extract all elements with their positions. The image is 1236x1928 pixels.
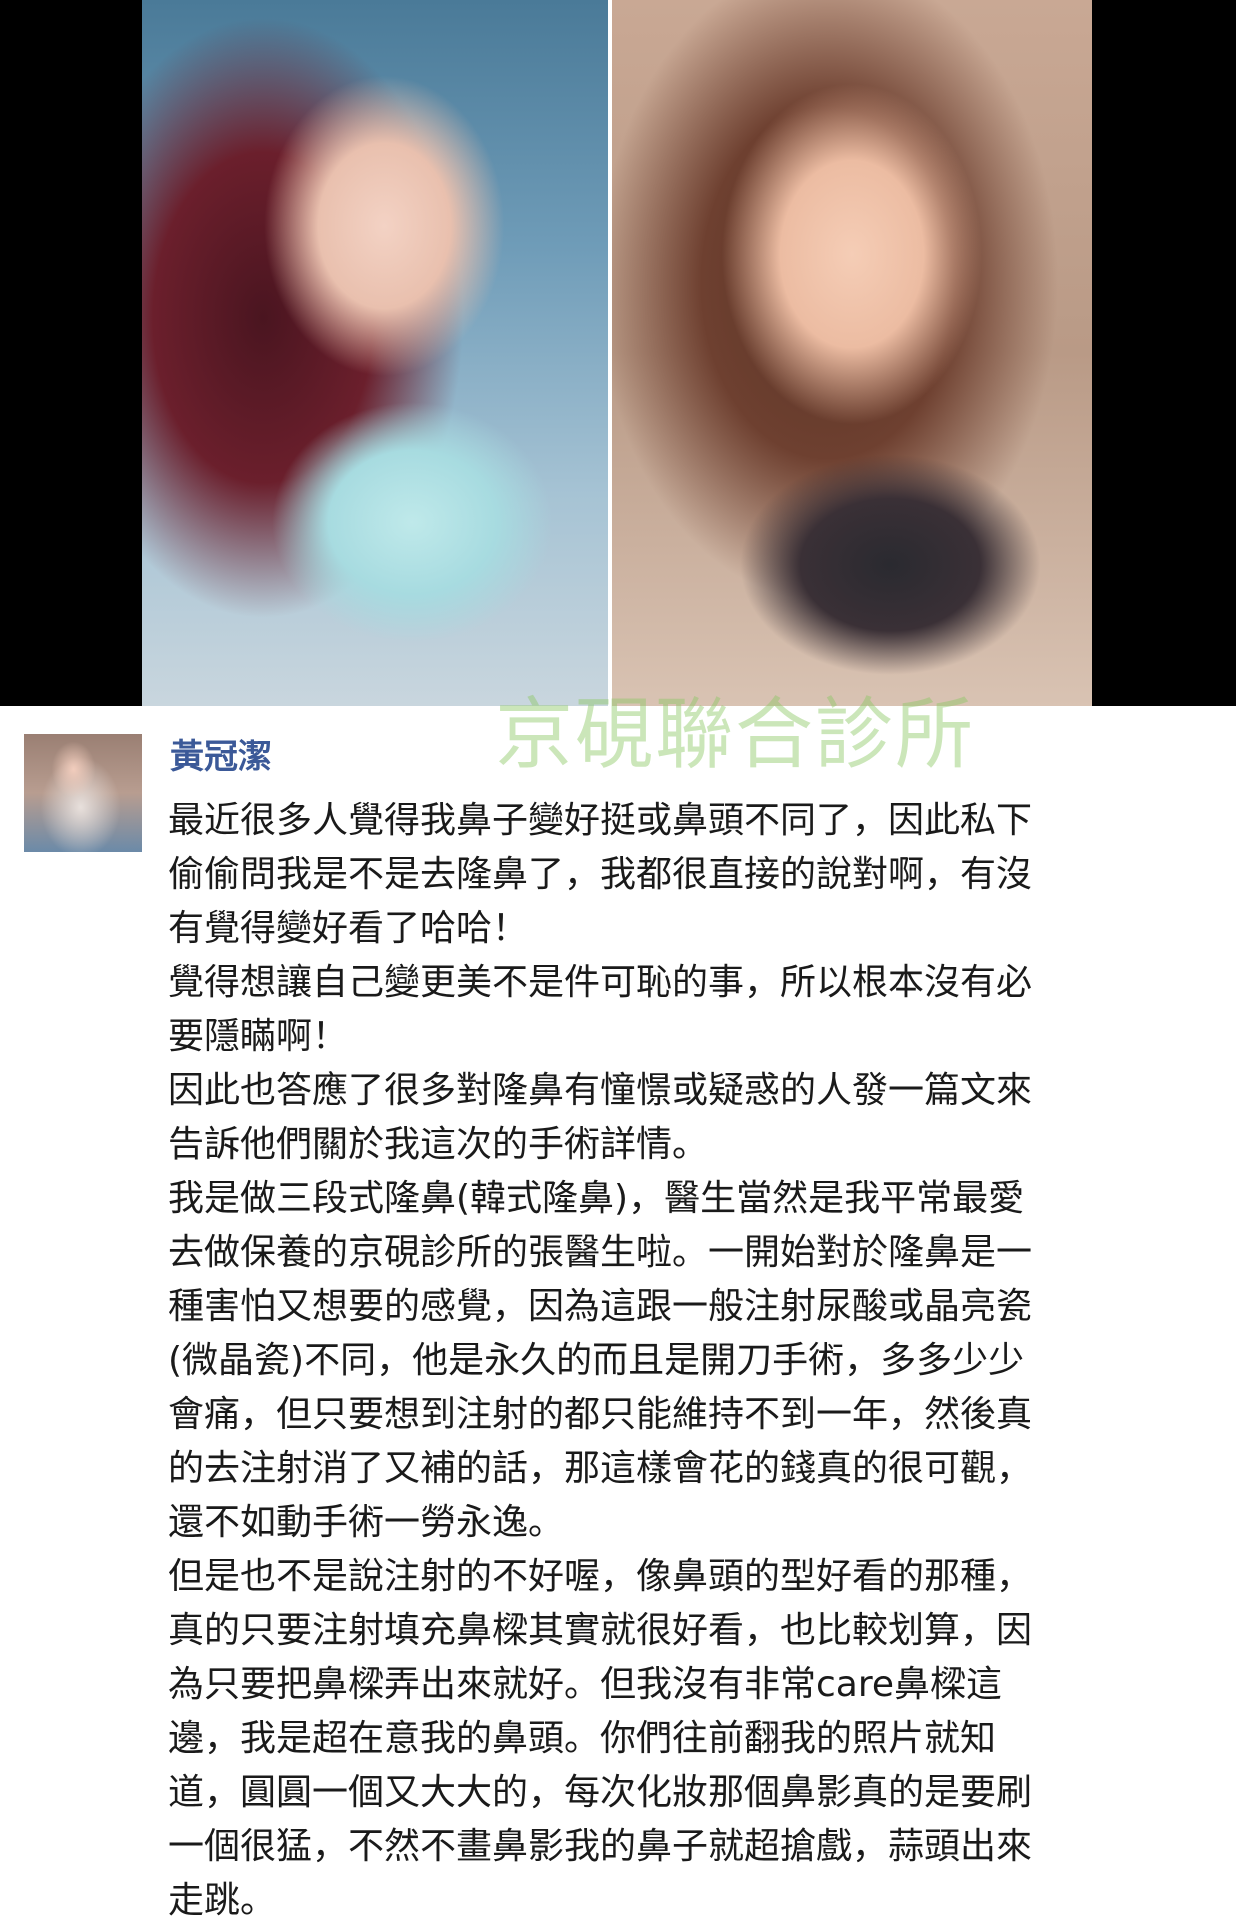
post-line: 真的只要注射填充鼻樑其實就很好看，也比較划算，因 [168,1610,1033,1651]
post-line: 的去注射消了又補的話，那這樣會花的錢真的很可觀， [168,1448,1033,1489]
photo-right[interactable] [612,0,1092,706]
post-line: 要隱瞞啊！ [168,1016,349,1057]
post-line: 還不如動手術一勞永逸。 [168,1502,565,1543]
post-line: 去做保養的京硯診所的張醫生啦。一開始對於隆鼻是一 [168,1232,1033,1273]
post-line: 偷偷問我是不是去隆鼻了，我都很直接的說對啊，有沒 [168,854,1033,895]
post-body: 最近很多人覺得我鼻子變好挺或鼻頭不同了，因此私下 偷偷問我是不是去隆鼻了，我都很… [168,794,1208,1928]
post-line: 有覺得變好看了哈哈！ [168,908,529,949]
facebook-post: 黃冠潔 京硯聯合診所 最近很多人覺得我鼻子變好挺或鼻頭不同了，因此私下 偷偷問我… [0,696,1236,1921]
post-line: 為只要把鼻樑弄出來就好。但我沒有非常care鼻樑這 [168,1664,1003,1705]
post-line: 我是做三段式隆鼻(韓式隆鼻)，醫生當然是我平常最愛 [168,1178,1025,1219]
post-line: 道，圓圓一個又大大的，每次化妝那個鼻影真的是要刷 [168,1772,1033,1813]
post-line: 一個很猛，不然不畫鼻影我的鼻子就超搶戲，蒜頭出來 [168,1826,1033,1867]
post-line: 邊，我是超在意我的鼻頭。你們往前翻我的照片就知 [168,1718,997,1759]
photo-left[interactable] [142,0,608,706]
post-line: (微晶瓷)不同，他是永久的而且是開刀手術，多多少少 [168,1340,1025,1381]
post-line: 最近很多人覺得我鼻子變好挺或鼻頭不同了，因此私下 [168,800,1033,841]
post-line: 因此也答應了很多對隆鼻有憧憬或疑惑的人發一篇文來 [168,1070,1033,1111]
watermark: 京硯聯合診所 [495,690,976,780]
post-line: 種害怕又想要的感覺，因為這跟一般注射尿酸或晶亮瓷 [168,1286,1033,1327]
post-line: 覺得想讓自己變更美不是件可恥的事，所以根本沒有必 [168,962,1033,1003]
post-author[interactable]: 黃冠潔 [170,740,272,774]
post-line: 但是也不是說注射的不好喔，像鼻頭的型好看的那種， [168,1556,1033,1597]
photo-strip [0,0,1236,706]
avatar[interactable] [24,734,142,852]
post-line: 會痛，但只要想到注射的都只能維持不到一年，然後真 [168,1394,1033,1435]
post-line: 告訴他們關於我這次的手術詳情。 [168,1124,709,1165]
